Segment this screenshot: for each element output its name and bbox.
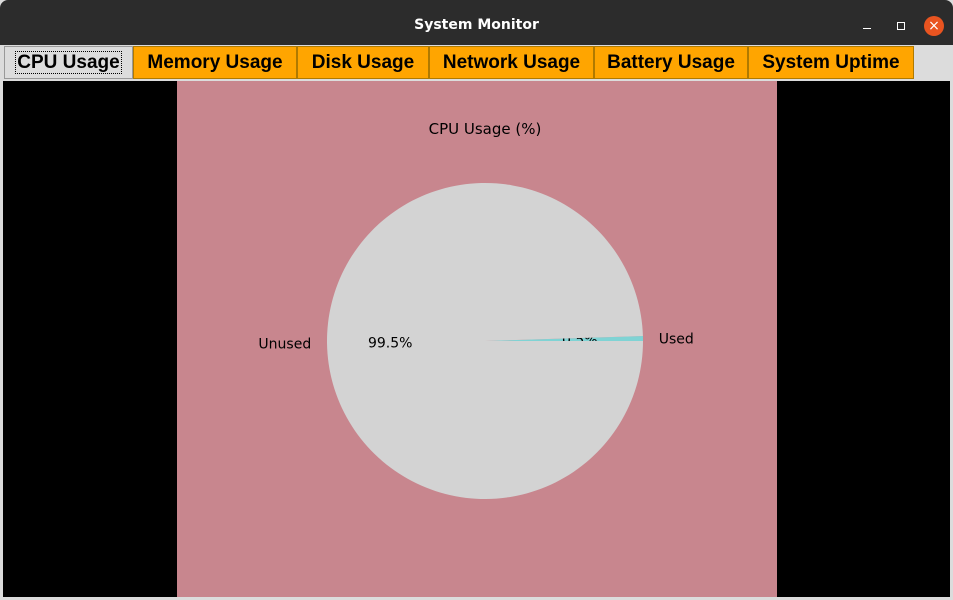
- cpu-pie-chart: CPU Usage (%) Used0.5%Unused 99.5%: [258, 120, 694, 499]
- pie-label-used: Used: [659, 331, 694, 347]
- tab-memory-usage[interactable]: Memory Usage: [133, 46, 297, 79]
- maximize-icon[interactable]: [891, 16, 911, 36]
- title-bar[interactable]: System Monitor ×: [0, 0, 953, 45]
- tab-label: CPU Usage: [15, 51, 122, 74]
- pie-pct-unused: 99.5%: [368, 335, 412, 351]
- tab-label: Network Usage: [442, 52, 581, 73]
- tab-system-uptime[interactable]: System Uptime: [748, 46, 914, 79]
- app-window: System Monitor × CPU Usage Memory Usage …: [0, 0, 953, 600]
- minimize-icon[interactable]: [857, 16, 877, 36]
- chart-figure: CPU Usage (%) Used 0.5% Unused 99.5%: [177, 81, 777, 597]
- tab-battery-usage[interactable]: Battery Usage: [594, 46, 748, 79]
- tab-label: System Uptime: [762, 52, 900, 73]
- tab-network-usage[interactable]: Network Usage: [429, 46, 594, 79]
- close-icon[interactable]: ×: [924, 16, 944, 36]
- tab-label: Memory Usage: [147, 52, 283, 73]
- tab-cpu-usage[interactable]: CPU Usage: [4, 46, 133, 79]
- pie-slices: Used0.5%Unused 99.5%: [258, 182, 694, 499]
- tab-disk-usage[interactable]: Disk Usage: [297, 46, 429, 79]
- pie-label-unused: Unused: [258, 337, 311, 353]
- window-title: System Monitor: [414, 17, 539, 33]
- tab-label: Battery Usage: [607, 52, 735, 73]
- tab-label: Disk Usage: [311, 52, 415, 73]
- chart-title: CPU Usage (%): [429, 120, 542, 138]
